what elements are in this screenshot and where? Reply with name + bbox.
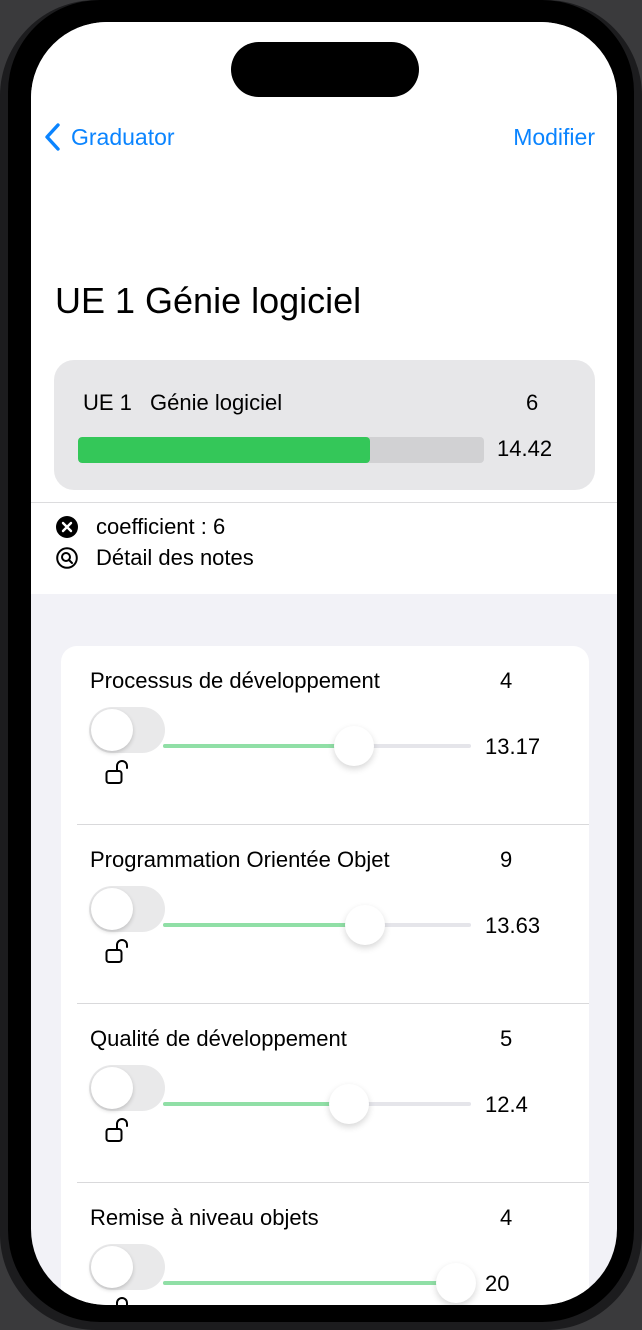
include-toggle[interactable]	[89, 1065, 165, 1111]
subject-name: Programmation Orientée Objet	[90, 847, 390, 872]
ue-name: Génie logiciel	[150, 390, 283, 415]
slider-thumb[interactable]	[344, 905, 385, 945]
grade-slider[interactable]	[163, 1084, 471, 1124]
back-button[interactable]: Graduator	[43, 122, 175, 152]
list-item: Qualité de développement 5 12.4	[61, 1004, 589, 1183]
toggle-knob	[91, 888, 133, 930]
slider-fill	[163, 744, 354, 748]
slider-fill	[163, 923, 365, 927]
detail-text: Détail des notes	[96, 545, 254, 570]
include-toggle[interactable]	[89, 1244, 165, 1290]
magnifier-circle-icon	[56, 547, 78, 569]
unlock-icon[interactable]	[105, 937, 131, 965]
subject-grade: 13.17	[485, 734, 541, 759]
ue-progress-fill	[78, 437, 371, 463]
subject-name: Remise à niveau objets	[90, 1205, 319, 1230]
slider-fill	[163, 1102, 350, 1106]
toggle-knob	[91, 709, 133, 751]
chevron-left-icon	[45, 123, 60, 151]
subject-coefficient: 9	[500, 847, 513, 872]
subject-coefficient: 5	[500, 1026, 513, 1051]
list-item: Programmation Orientée Objet 9 13.63	[61, 825, 589, 1004]
ue-progress-bar	[78, 437, 484, 463]
ue-coefficient: 6	[526, 390, 539, 415]
subjects-list: Processus de développement 4 13.17 Progr…	[61, 646, 589, 1305]
list-item: Processus de développement 4 13.17	[61, 646, 589, 825]
subject-coefficient: 4	[500, 1205, 513, 1230]
include-toggle[interactable]	[89, 707, 165, 753]
grade-slider[interactable]	[163, 905, 471, 945]
slider-fill	[163, 1281, 456, 1285]
detail-row[interactable]: Détail des notes	[56, 545, 254, 571]
coefficient-row[interactable]: coefficient : 6	[56, 514, 225, 540]
grade-slider[interactable]	[163, 1263, 476, 1303]
ue-grade: 14.42	[497, 436, 553, 461]
slider-thumb[interactable]	[329, 1084, 370, 1124]
xmark-circle-icon	[56, 516, 78, 538]
screen: Graduator Modifier UE 1 Génie logiciel U…	[31, 22, 617, 1305]
coefficient-text: coefficient : 6	[96, 514, 226, 539]
unlock-icon[interactable]	[105, 1295, 131, 1305]
subject-grade: 12.4	[485, 1092, 528, 1117]
page-title: UE 1 Génie logiciel	[55, 280, 362, 321]
grade-slider[interactable]	[163, 726, 471, 766]
include-toggle[interactable]	[89, 886, 165, 932]
subject-name: Processus de développement	[90, 668, 380, 693]
header-area: Graduator Modifier UE 1 Génie logiciel U…	[31, 22, 617, 594]
subject-name: Qualité de développement	[90, 1026, 347, 1051]
slider-thumb[interactable]	[435, 1263, 476, 1303]
unlock-icon[interactable]	[105, 1116, 131, 1144]
ue-summary-card: UE 1 Génie logiciel 6 14.42	[54, 360, 595, 490]
toggle-knob	[91, 1067, 133, 1109]
list-item: Remise à niveau objets 4 20	[61, 1183, 589, 1305]
back-button-label: Graduator	[71, 123, 175, 150]
toggle-knob	[91, 1246, 133, 1288]
subject-grade: 20	[485, 1271, 510, 1296]
subject-grade: 13.63	[485, 913, 541, 938]
subject-coefficient: 4	[500, 668, 513, 693]
ue-code: UE 1	[83, 390, 132, 415]
dynamic-island	[231, 42, 419, 97]
divider	[31, 502, 617, 503]
edit-button[interactable]: Modifier	[513, 124, 595, 151]
slider-thumb[interactable]	[333, 726, 374, 766]
unlock-icon[interactable]	[105, 758, 131, 786]
